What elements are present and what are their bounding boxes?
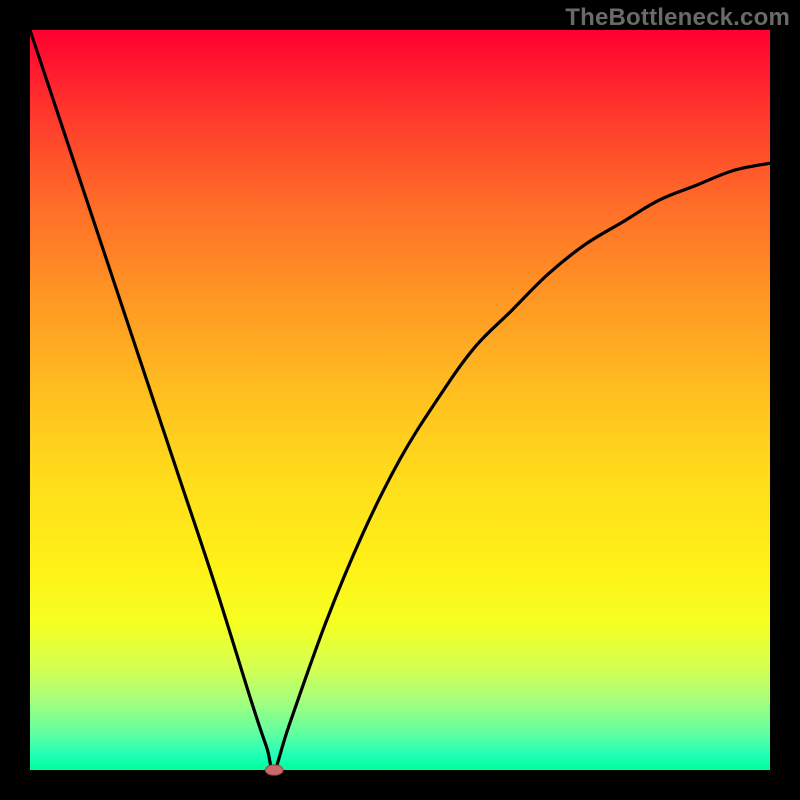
minimum-marker bbox=[265, 765, 283, 775]
bottleneck-curve bbox=[30, 30, 770, 771]
plot-svg bbox=[30, 30, 770, 770]
watermark-label: TheBottleneck.com bbox=[565, 4, 790, 32]
